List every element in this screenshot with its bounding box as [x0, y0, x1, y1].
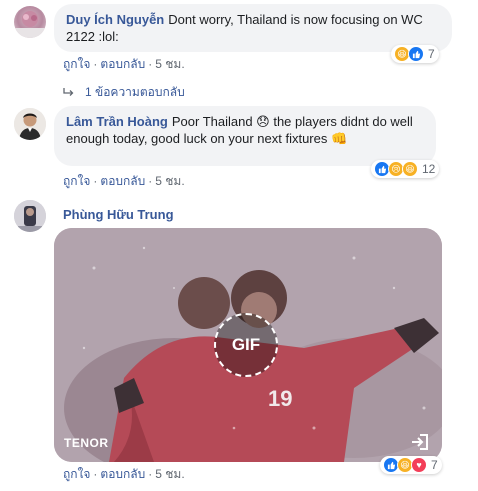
reaction-count: 7: [431, 458, 438, 472]
reaction-summary[interactable]: 😢 😆 12: [371, 160, 440, 178]
gif-source-label: TENOR: [64, 436, 109, 450]
reaction-count: 7: [428, 47, 435, 61]
comment-actions: ถูกใจ · ตอบกลับ · 5 ชม.: [63, 174, 185, 188]
open-link-icon[interactable]: [410, 432, 430, 452]
timestamp[interactable]: 5 ชม.: [155, 57, 184, 71]
like-link[interactable]: ถูกใจ: [63, 467, 90, 481]
reaction-summary[interactable]: 😆 ♥ 7: [380, 456, 442, 474]
comment-author[interactable]: Lâm Trần Hoàng: [66, 114, 168, 129]
comment-2: Lâm Trần Hoàng Poor Thailand 😞 the player…: [14, 106, 454, 192]
comment-actions: ถูกใจ · ตอบกลับ · 5 ชม.: [63, 467, 185, 481]
comment-author[interactable]: Phùng Hữu Trung: [63, 207, 174, 222]
gif-play-button[interactable]: GIF: [214, 313, 278, 377]
love-icon: ♥: [411, 457, 427, 473]
like-link[interactable]: ถูกใจ: [63, 57, 90, 71]
reply-link[interactable]: ตอบกลับ: [100, 467, 145, 481]
comment-bubble: Lâm Trần Hoàng Poor Thailand 😞 the player…: [54, 106, 436, 166]
comment-author[interactable]: Duy Ích Nguyễn: [66, 12, 164, 27]
reaction-count: 12: [422, 162, 436, 176]
avatar[interactable]: [14, 200, 46, 232]
reply-link[interactable]: ตอบกลับ: [100, 174, 145, 188]
timestamp[interactable]: 5 ชม.: [155, 467, 184, 481]
timestamp[interactable]: 5 ชม.: [155, 174, 184, 188]
gif-badge: GIF: [231, 335, 261, 354]
jersey-number: 19: [268, 386, 292, 411]
reply-link[interactable]: ตอบกลับ: [100, 57, 145, 71]
comment-3: Phùng Hữu Trung 19 GIF TENOR 😆 ♥ 7 ถูกใจ…: [14, 200, 454, 491]
comment-actions: ถูกใจ · ตอบกลับ · 5 ชม.: [63, 57, 185, 71]
like-icon: [408, 46, 424, 62]
comment-bubble: Duy Ích Nguyễn Dont worry, Thailand is no…: [54, 4, 452, 52]
gif-attachment[interactable]: 19 GIF TENOR: [54, 228, 442, 462]
view-replies-link[interactable]: 1 ข้อความตอบกลับ: [62, 83, 185, 102]
comment-1: Duy Ích Nguyễn Dont worry, Thailand is no…: [14, 4, 454, 104]
avatar[interactable]: [14, 6, 46, 38]
reaction-summary[interactable]: 😆 7: [391, 45, 439, 63]
reply-arrow-icon: [63, 87, 74, 96]
haha-icon: 😆: [402, 161, 418, 177]
like-link[interactable]: ถูกใจ: [63, 174, 90, 188]
avatar[interactable]: [14, 108, 46, 140]
replies-label: 1 ข้อความตอบกลับ: [85, 85, 185, 99]
